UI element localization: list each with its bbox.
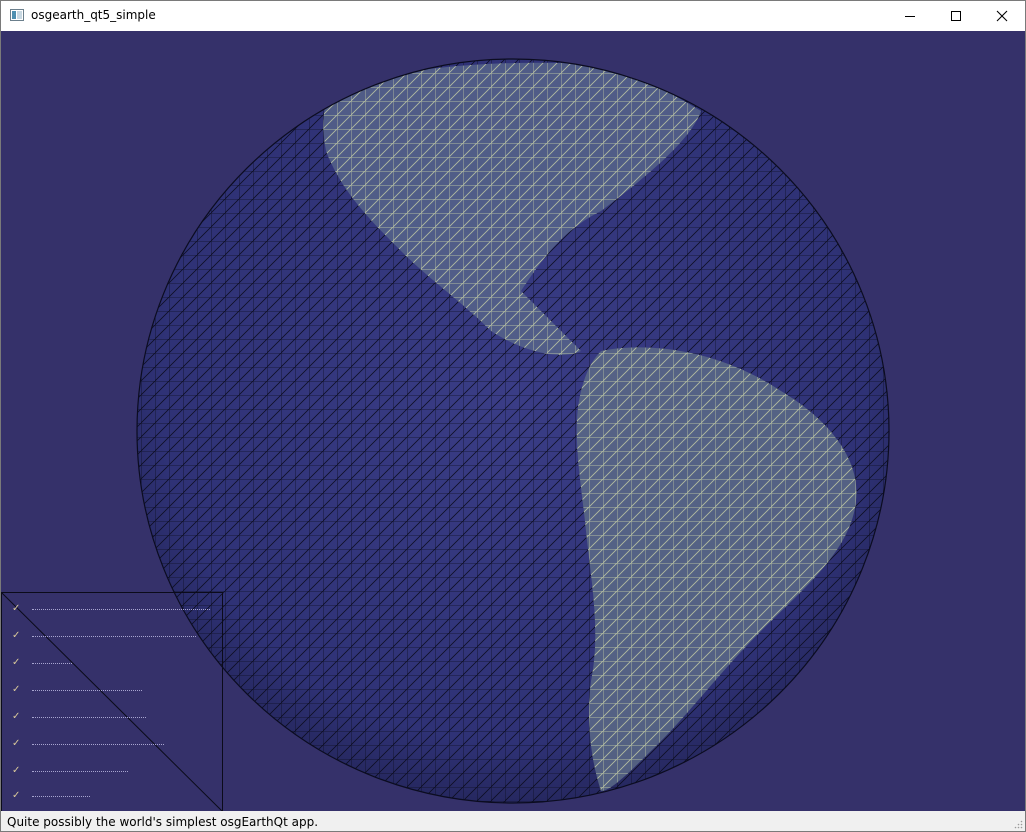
layer-label: [32, 770, 128, 772]
layer-checkbox-icon[interactable]: ✓: [12, 765, 24, 777]
close-icon: [996, 10, 1008, 22]
layer-item[interactable]: ✓: [12, 628, 196, 644]
layer-label: [32, 635, 196, 637]
layer-item[interactable]: ✓: [12, 655, 72, 671]
layer-label: [32, 743, 164, 745]
layer-checkbox-icon[interactable]: ✓: [12, 603, 24, 615]
app-window: osgearth_qt5_simple ✓ ✓ ✓ ✓ ✓ ✓ ✓ ✓ Quit…: [0, 0, 1026, 832]
layer-item[interactable]: ✓: [12, 601, 210, 617]
layer-checkbox-icon[interactable]: ✓: [12, 711, 24, 723]
layer-item[interactable]: ✓: [12, 709, 146, 725]
layer-item[interactable]: ✓: [12, 763, 128, 779]
map-viewport[interactable]: ✓ ✓ ✓ ✓ ✓ ✓ ✓ ✓: [1, 31, 1025, 811]
layer-item[interactable]: ✓: [12, 788, 90, 804]
status-message: Quite possibly the world's simplest osgE…: [7, 815, 319, 829]
size-grip-icon[interactable]: [1013, 819, 1023, 829]
app-window-icon: [10, 9, 24, 21]
minimize-button[interactable]: [887, 1, 933, 31]
layer-label: [32, 795, 90, 797]
layer-label: [32, 716, 146, 718]
close-button[interactable]: [979, 1, 1025, 31]
window-title: osgearth_qt5_simple: [31, 8, 156, 22]
title-bar[interactable]: osgearth_qt5_simple: [1, 1, 1025, 31]
layer-checkbox-icon[interactable]: ✓: [12, 738, 24, 750]
layer-checkbox-icon[interactable]: ✓: [12, 790, 24, 802]
minimize-icon: [905, 16, 915, 17]
layer-item[interactable]: ✓: [12, 736, 164, 752]
layer-control-panel: ✓ ✓ ✓ ✓ ✓ ✓ ✓ ✓: [1, 592, 223, 811]
layer-label: [32, 662, 72, 664]
status-bar: Quite possibly the world's simplest osgE…: [1, 811, 1025, 831]
layer-checkbox-icon[interactable]: ✓: [12, 684, 24, 696]
layer-item[interactable]: ✓: [12, 682, 142, 698]
layer-checkbox-icon[interactable]: ✓: [12, 657, 24, 669]
maximize-icon: [951, 11, 961, 21]
maximize-button[interactable]: [933, 1, 979, 31]
layer-checkbox-icon[interactable]: ✓: [12, 630, 24, 642]
layer-label: [32, 689, 142, 691]
layer-label: [32, 608, 210, 610]
